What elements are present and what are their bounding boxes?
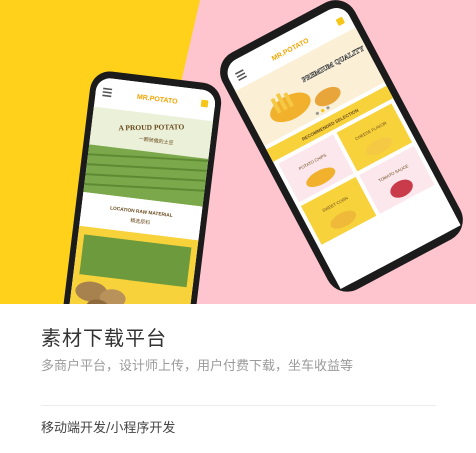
cart-icon bbox=[200, 99, 209, 108]
project-card[interactable]: MR.POTATO A PROUD POTATO 一颗骄傲的土豆 LOCATIO… bbox=[0, 0, 476, 453]
divider bbox=[41, 405, 436, 406]
card-info: 素材下载平台 多商户平台，设计师上传，用户付费下载，坐车收益等 移动端开发/小程… bbox=[0, 304, 476, 453]
project-title[interactable]: 素材下载平台 bbox=[41, 322, 167, 351]
left-slogan: A PROUD POTATO bbox=[118, 122, 184, 132]
hamburger-menu-icon bbox=[102, 87, 113, 98]
hero-mockup-image: MR.POTATO A PROUD POTATO 一颗骄傲的土豆 LOCATIO… bbox=[0, 0, 476, 304]
project-category-tag: 移动端开发/小程序开发 bbox=[41, 421, 176, 436]
project-description: 多商户平台，设计师上传，用户付费下载，坐车收益等 bbox=[41, 359, 354, 374]
